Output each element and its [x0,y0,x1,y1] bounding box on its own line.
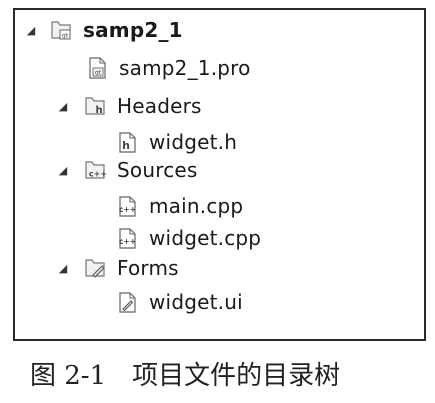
svg-text:c++: c++ [119,237,136,246]
tree-item-widget-cpp[interactable]: c++ widget.cpp [115,222,261,254]
expand-arrow-project[interactable]: ◢ [23,22,39,38]
tree-item-forms[interactable]: Forms [83,252,179,284]
tree-label-widget-cpp: widget.cpp [149,226,262,250]
tree-label-sources: Sources [117,158,198,182]
qt-pro-file-icon: qt [89,57,106,79]
forms-folder-icon [85,259,105,278]
tree-label-pro-file: samp2_1.pro [119,56,251,80]
svg-text:c++: c++ [119,205,136,214]
cpp-file-icon: c++ [119,196,136,217]
tree-label-headers: Headers [117,94,202,118]
qt-project-folder-icon: qt [51,21,71,40]
svg-text:h: h [95,105,102,116]
svg-text:qt: qt [95,70,102,77]
tree-item-pro-file[interactable]: qt samp2_1.pro [85,52,251,84]
tree-item-headers[interactable]: h Headers [83,90,202,122]
tree-item-main-cpp[interactable]: c++ main.cpp [115,190,243,222]
expand-arrow-headers[interactable]: ◢ [55,98,71,114]
header-file-icon: h [119,132,136,153]
tree-label-forms: Forms [117,256,179,280]
figure-caption: 图 2-1 项目文件的目录树 [30,355,340,392]
ui-file-icon [119,292,136,313]
figure-number: 图 2-1 [30,361,107,391]
tree-item-widget-ui[interactable]: widget.ui [115,286,243,318]
project-tree-panel: ◢ qt samp2_1 qt samp2_1.pro ◢ h Headers [13,8,426,341]
tree-label-main-cpp: main.cpp [149,194,244,218]
tree-item-sources[interactable]: c++ Sources [83,154,198,186]
expand-arrow-sources[interactable]: ◢ [55,162,71,178]
tree-label-widget-ui: widget.ui [149,290,243,314]
tree-label-widget-h: widget.h [149,130,238,154]
svg-text:qt: qt [62,33,69,40]
figure-caption-text: 项目文件的目录树 [132,361,341,391]
cpp-file-icon: c++ [119,228,136,249]
tree-item-project[interactable]: qt samp2_1 [49,14,183,46]
svg-text:c++: c++ [89,170,107,179]
svg-text:h: h [122,139,130,152]
headers-folder-icon: h [85,97,105,116]
sources-folder-icon: c++ [85,161,107,179]
tree-label-project: samp2_1 [83,18,183,42]
expand-arrow-forms[interactable]: ◢ [55,260,71,276]
